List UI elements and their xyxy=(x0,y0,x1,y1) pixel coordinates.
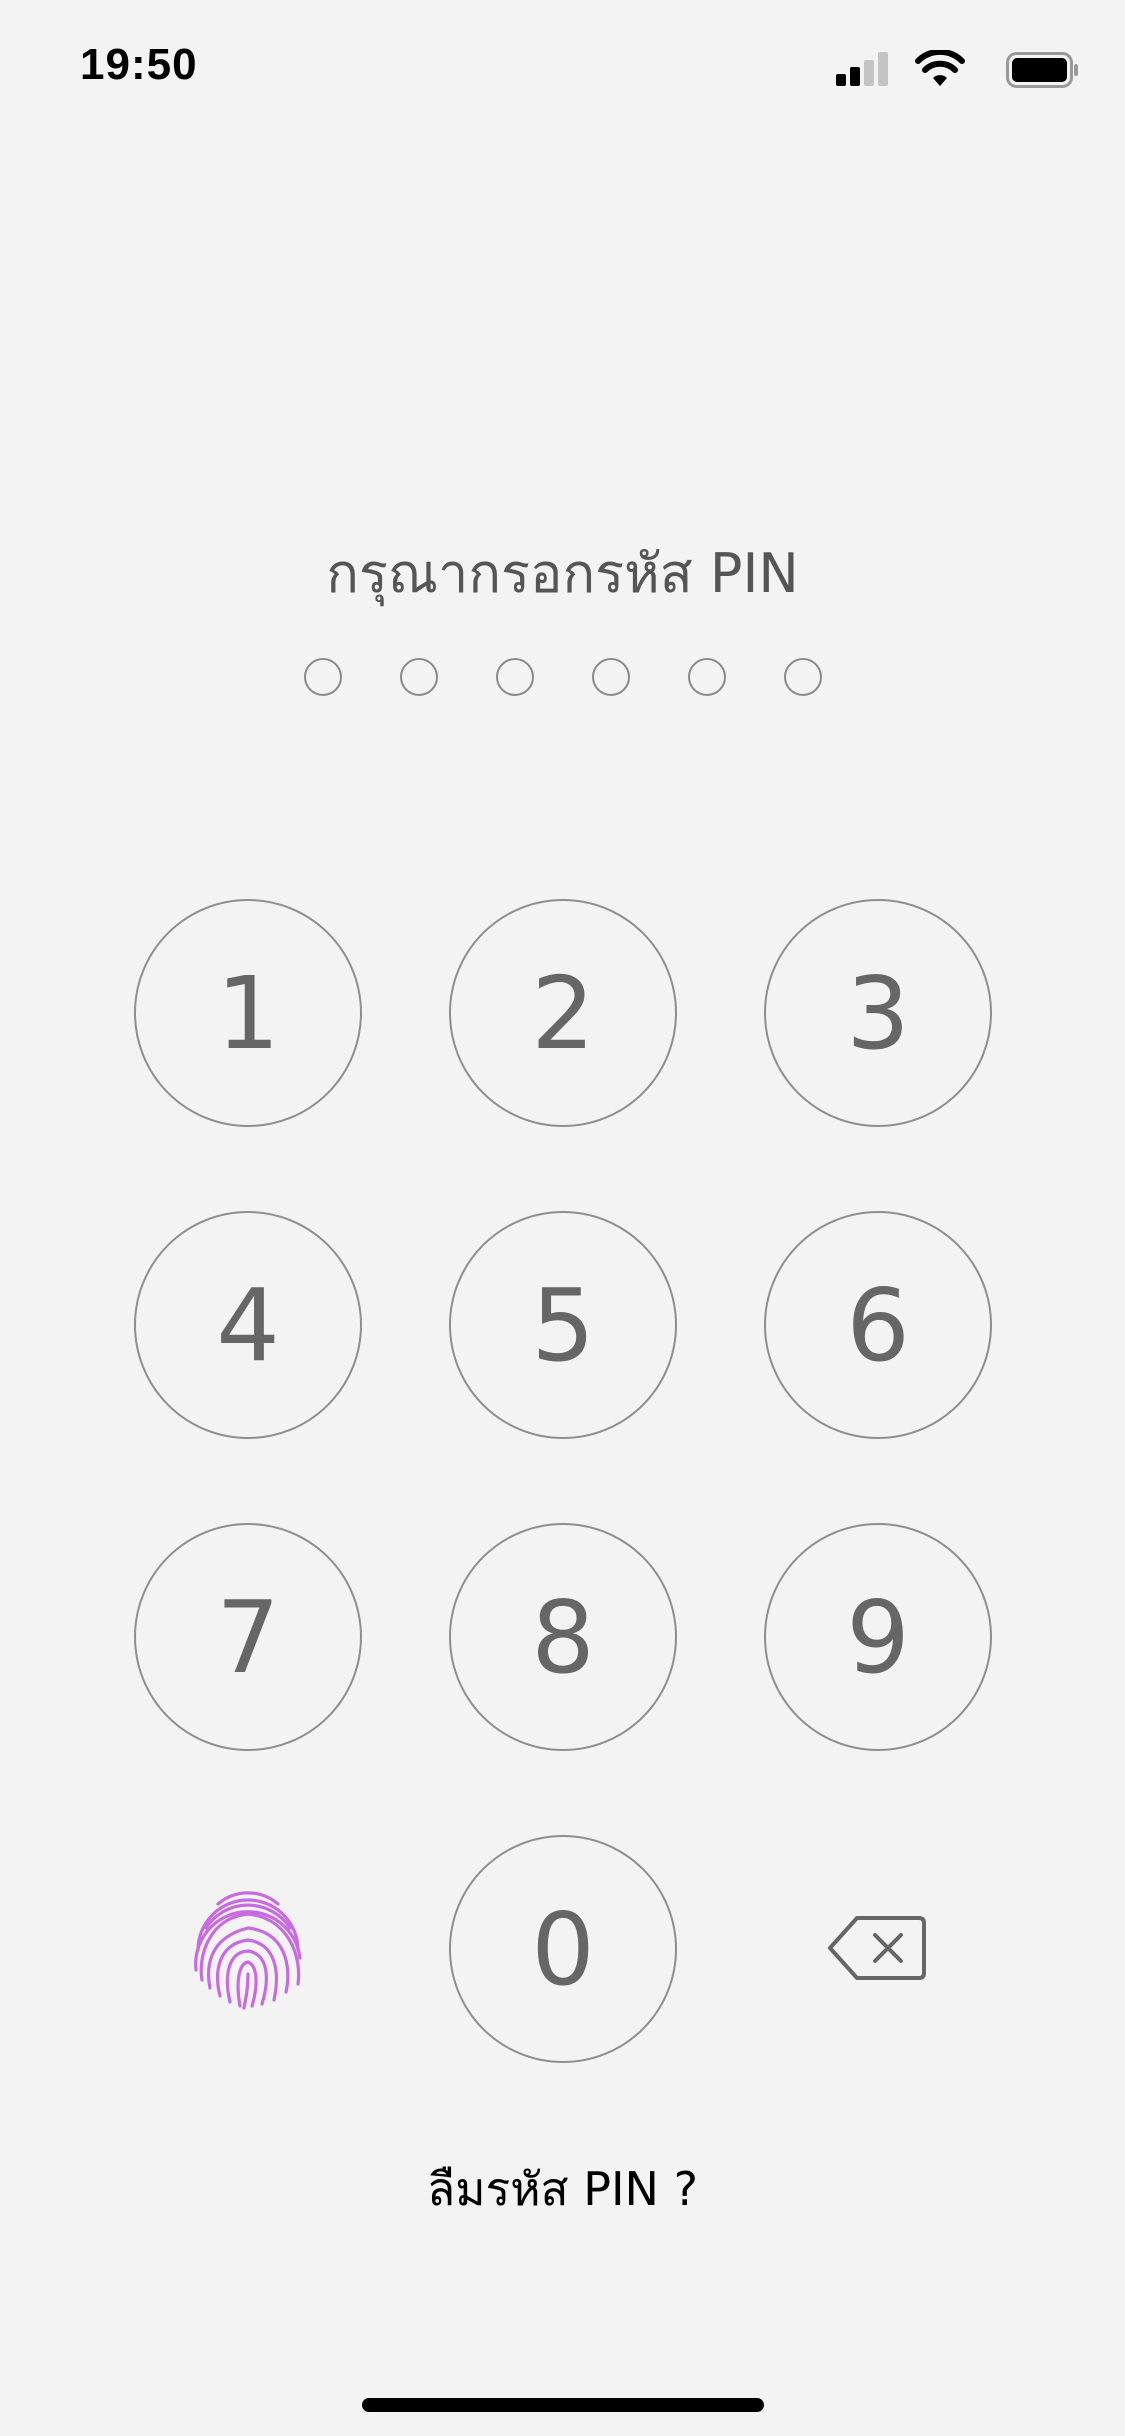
pin-dot xyxy=(688,658,726,696)
battery-icon xyxy=(1006,52,1078,88)
fingerprint-icon[interactable] xyxy=(188,1888,308,2010)
signal-icon xyxy=(836,52,888,86)
pin-dot xyxy=(304,658,342,696)
wifi-icon xyxy=(915,50,965,86)
forgot-pin-link[interactable]: ลืมรหัส PIN ? xyxy=(0,2153,1125,2226)
key-9[interactable]: 9 xyxy=(764,1523,992,1751)
pin-dot xyxy=(592,658,630,696)
pin-dots xyxy=(0,658,1125,700)
key-0[interactable]: 0 xyxy=(449,1835,677,2063)
key-7[interactable]: 7 xyxy=(134,1523,362,1751)
home-indicator[interactable] xyxy=(362,2398,764,2412)
key-6[interactable]: 6 xyxy=(764,1211,992,1439)
key-4[interactable]: 4 xyxy=(134,1211,362,1439)
pin-dot xyxy=(400,658,438,696)
pin-title: กรุณากรอกรหัส PIN xyxy=(326,542,799,605)
key-8[interactable]: 8 xyxy=(449,1523,677,1751)
pin-dot xyxy=(784,658,822,696)
key-3[interactable]: 3 xyxy=(764,899,992,1127)
key-2[interactable]: 2 xyxy=(449,899,677,1127)
status-time: 19:50 xyxy=(80,40,198,89)
key-5[interactable]: 5 xyxy=(449,1211,677,1439)
backspace-icon[interactable] xyxy=(827,1915,927,1981)
pin-dot xyxy=(496,658,534,696)
key-1[interactable]: 1 xyxy=(134,899,362,1127)
